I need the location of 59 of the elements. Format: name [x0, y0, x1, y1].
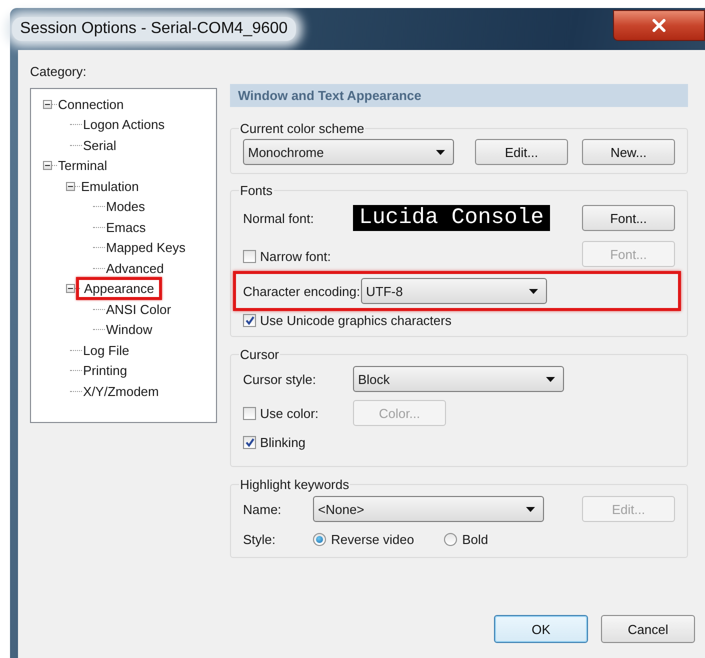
close-button[interactable] [613, 10, 705, 40]
tree-item[interactable]: Window [105, 322, 154, 338]
collapse-icon[interactable] [43, 100, 52, 109]
checkbox[interactable] [243, 314, 256, 327]
checkbox[interactable] [243, 436, 256, 449]
field-label: Cursor style: [243, 372, 317, 386]
tree-item[interactable]: Logon Actions [82, 117, 166, 132]
tree-item[interactable]: Advanced [105, 260, 165, 276]
checkbox-label[interactable]: Use color: [260, 406, 319, 420]
section-header: Window and Text Appearance [230, 84, 688, 107]
close-icon [652, 18, 666, 32]
button[interactable]: Edit... [475, 139, 568, 165]
checkbox[interactable] [243, 406, 256, 420]
radio-label[interactable]: Reverse video [331, 532, 414, 547]
radio-label[interactable]: Bold [462, 532, 488, 547]
caret-icon [436, 150, 445, 154]
field-label: Character encoding: [243, 284, 361, 298]
tree-item[interactable]: Printing [82, 363, 128, 378]
window-title: Session Options - Serial-COM4_9600 [12, 17, 296, 41]
caret-icon [546, 376, 555, 382]
field-label: Name: [243, 502, 282, 516]
tree-item[interactable]: Appearance [83, 281, 156, 296]
button[interactable]: Cancel [601, 615, 695, 643]
dropdown[interactable]: Block [353, 366, 564, 392]
tree-item[interactable]: X/Y/Zmodem [82, 384, 160, 399]
tree-item[interactable]: Log File [82, 342, 130, 358]
dropdown[interactable]: UTF-8 [361, 278, 547, 304]
dropdown[interactable]: <None> [313, 496, 544, 522]
radio-button[interactable] [313, 533, 326, 546]
checkbox-label[interactable]: Blinking [260, 435, 306, 450]
button[interactable]: OK [494, 615, 588, 643]
field-label: Normal font: [243, 210, 315, 226]
tree-item[interactable]: Mapped Keys [105, 240, 186, 256]
tree-item[interactable]: Emulation [80, 178, 140, 194]
group-label: Cursor [239, 347, 280, 362]
category-label: Category: [30, 64, 88, 80]
checkbox-label[interactable]: Use Unicode graphics characters [260, 313, 452, 328]
group-label: Current color scheme [239, 121, 366, 136]
radio-button[interactable] [444, 533, 458, 546]
tree-item[interactable]: Serial [82, 138, 118, 153]
tree-item[interactable]: Emacs [105, 220, 147, 235]
field-label: Style: [243, 532, 277, 547]
tree-item[interactable]: Connection [57, 96, 125, 112]
group-label: Highlight keywords [239, 477, 350, 492]
tree-item[interactable]: Modes [105, 199, 146, 214]
tree-item[interactable]: Terminal [57, 158, 108, 174]
collapse-icon[interactable] [66, 182, 75, 191]
checkbox[interactable] [243, 250, 256, 262]
group-label: Fonts [239, 183, 274, 198]
caret-icon [526, 506, 535, 512]
collapse-icon[interactable] [66, 284, 75, 294]
dropdown[interactable]: Monochrome [243, 139, 454, 165]
font-preview: Lucida Console [353, 205, 550, 231]
button[interactable]: New... [582, 139, 675, 165]
caret-icon [529, 288, 538, 294]
checkbox-label[interactable]: Narrow font: [260, 248, 331, 264]
collapse-icon[interactable] [43, 161, 52, 170]
button[interactable]: Font... [582, 205, 675, 231]
tree-item[interactable]: ANSI Color [105, 302, 172, 317]
